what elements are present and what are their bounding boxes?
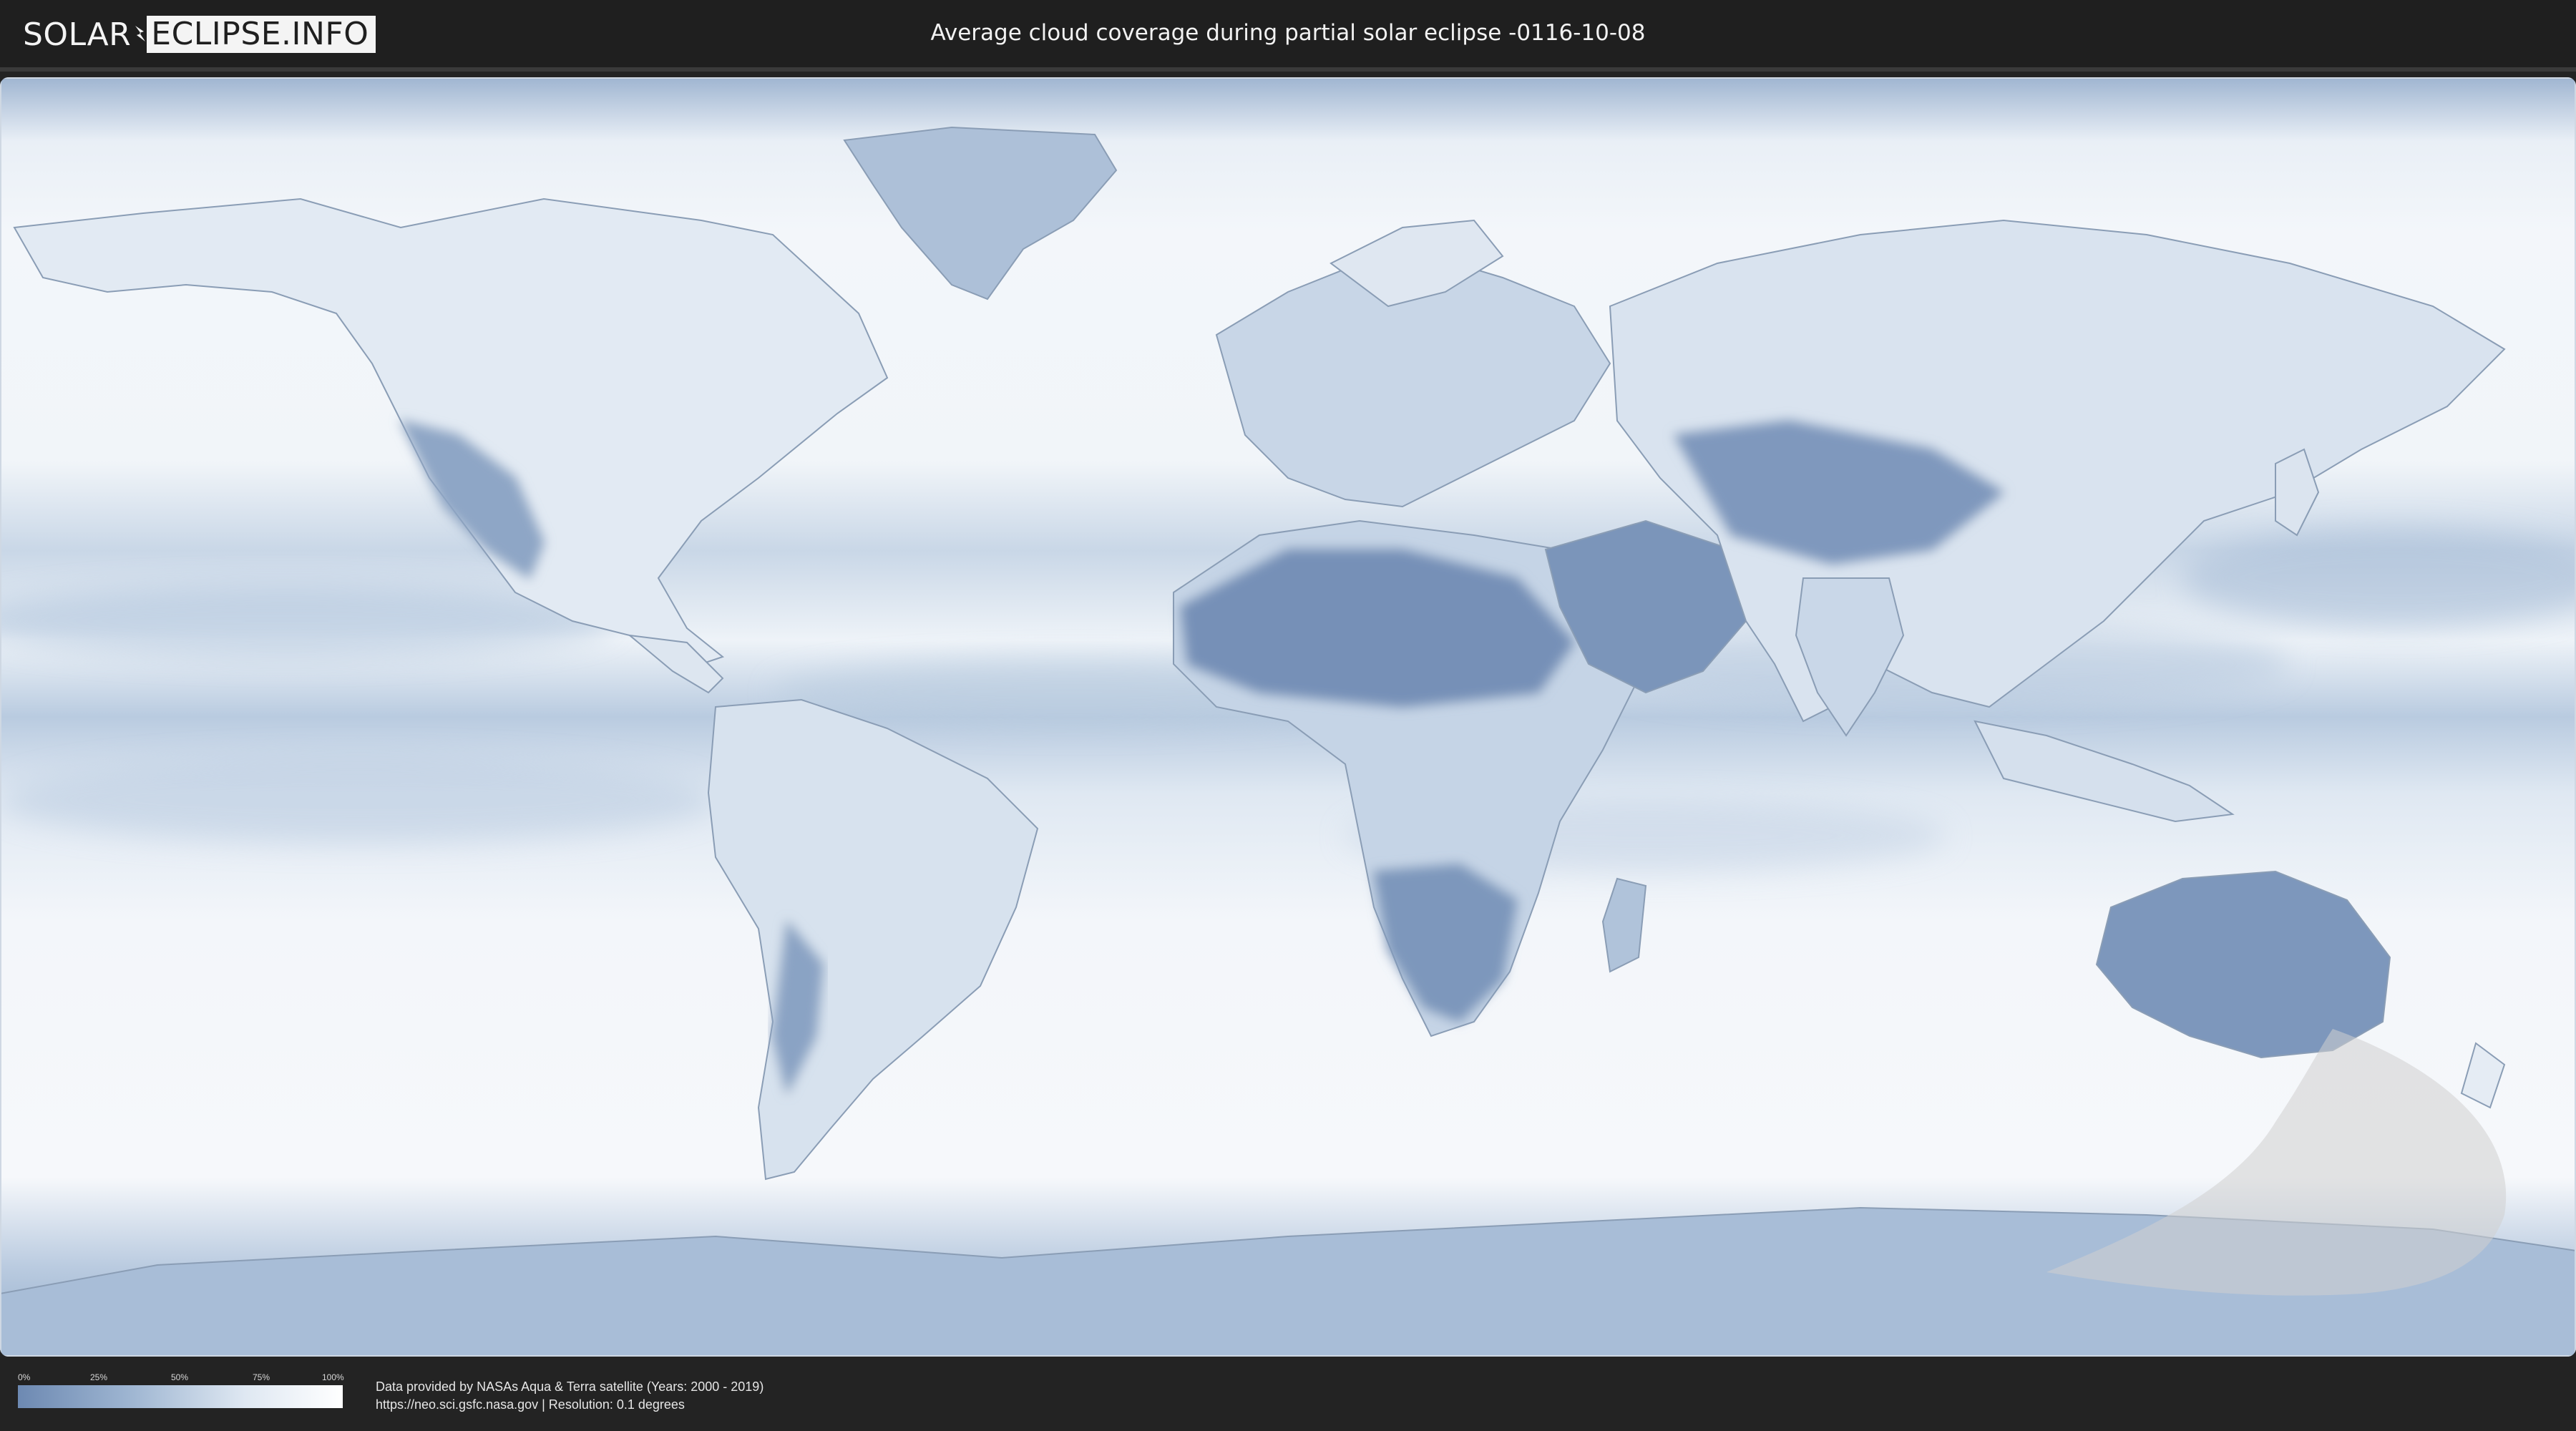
credits-source: Data provided by NASAs Aqua & Terra sate… bbox=[376, 1379, 764, 1394]
legend-tick: 0% bbox=[18, 1372, 31, 1382]
header-bar: SOLAR ECLIPSE.INFO Average cloud coverag… bbox=[0, 0, 2576, 72]
cloud-coverage-map[interactable] bbox=[0, 77, 2576, 1357]
page-title: Average cloud coverage during partial so… bbox=[930, 20, 1646, 46]
legend-tick: 75% bbox=[253, 1372, 270, 1382]
credits-url[interactable]: https://neo.sci.gsfc.nasa.gov | Resoluti… bbox=[376, 1396, 763, 1414]
legend-tick: 50% bbox=[171, 1372, 189, 1382]
legend-ticks: 0% 25% 50% 75% 100% bbox=[18, 1372, 344, 1384]
footer-bar: 0% 25% 50% 75% 100% Data provided by NAS… bbox=[0, 1357, 2576, 1431]
cloud-coverage-legend: 0% 25% 50% 75% 100% bbox=[18, 1372, 344, 1408]
world-map-svg bbox=[0, 77, 2576, 1357]
legend-color-bar bbox=[18, 1385, 343, 1408]
legend-tick: 25% bbox=[90, 1372, 108, 1382]
data-credits: Data provided by NASAs Aqua & Terra sate… bbox=[376, 1378, 763, 1414]
legend-tick: 100% bbox=[322, 1372, 344, 1382]
